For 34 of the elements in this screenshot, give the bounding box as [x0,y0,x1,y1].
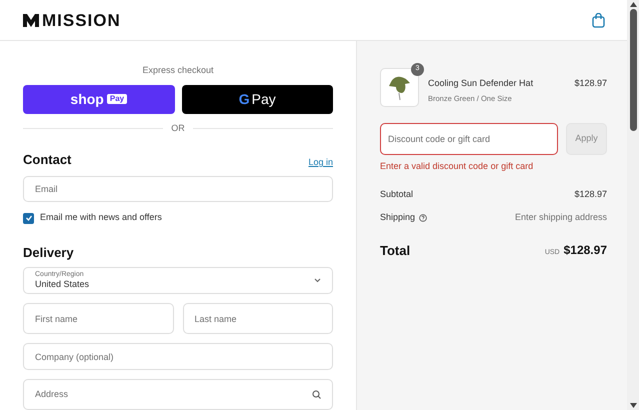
newsletter-checkbox[interactable] [23,212,34,224]
name-field[interactable]: First name [23,303,174,334]
scrollbar[interactable] [627,0,639,410]
contact-heading: Contact [23,151,72,169]
shipping-label: Shipping [380,211,416,224]
company-field[interactable]: Company (optional) [23,343,333,370]
express-checkout-title: Express checkout [141,64,215,77]
search-icon [312,390,321,399]
scroll-up-icon[interactable] [630,2,636,7]
total-value: $128.97 [564,242,607,260]
delivery-heading: Delivery [23,244,75,262]
name-field[interactable]: Last name [182,303,333,334]
chevron-down-icon [314,278,321,284]
shipping-value: Enter shipping address [514,211,607,224]
email-field[interactable]: Email [23,176,333,202]
subtotal-label: Subtotal [380,188,414,200]
product-price: $128.97 [574,77,607,90]
scroll-down-icon[interactable] [630,403,636,408]
logo-mark-icon [23,14,39,26]
login-link[interactable]: Log in [308,156,333,170]
help-icon[interactable] [419,214,428,222]
shop-pay-button[interactable]: shop Pay [23,84,174,114]
address-field[interactable]: Address [23,378,333,410]
discount-error-message: Enter a valid discount code or gift card [380,160,534,173]
shopping-bag-icon[interactable] [592,12,605,28]
logo-text: MISSION [42,12,121,28]
total-label: Total [380,242,410,260]
subtotal-value: $128.97 [574,188,607,200]
product-name: Cooling Sun Defender Hat [428,77,534,90]
newsletter-label: Email me with news and offers [40,211,162,224]
google-pay-button[interactable]: G Pay [182,84,333,114]
scrollbar-thumb[interactable] [630,9,636,131]
or-divider-text: OR [171,122,185,134]
discount-code-field[interactable]: Discount code or gift card [380,123,558,155]
